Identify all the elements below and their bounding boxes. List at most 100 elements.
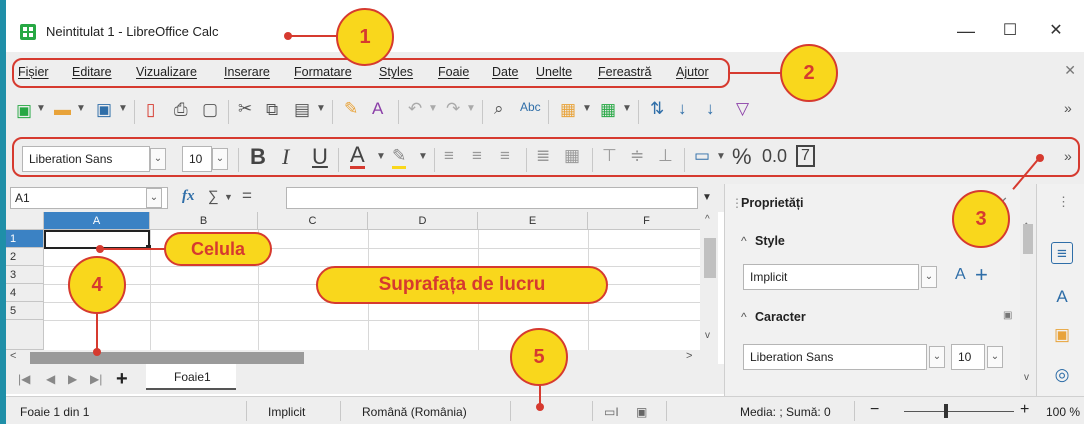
sidebar-size-combo[interactable]: 10 — [951, 344, 985, 370]
copy-icon[interactable]: ⧉ — [266, 100, 278, 120]
zoom-out-button[interactable]: − — [870, 401, 879, 419]
column-header-f[interactable]: F — [588, 212, 706, 230]
deck-menu-icon[interactable]: ⋮ — [1057, 194, 1070, 210]
new-icon[interactable]: ▣ — [16, 101, 32, 121]
chevron-down-icon[interactable]: ⌄ — [929, 346, 945, 368]
zoom-slider-knob[interactable] — [944, 404, 948, 418]
sidebar-section-character[interactable]: Caracter — [755, 310, 806, 324]
undo-icon[interactable]: ↶ — [408, 99, 422, 119]
row-header-2[interactable]: 2 — [6, 248, 44, 266]
autofilter-icon[interactable]: ▽ — [736, 99, 749, 119]
new-dropdown-icon[interactable]: ▼ — [36, 103, 46, 114]
sum-dropdown-icon[interactable]: ▼ — [224, 192, 233, 202]
function-wizard-button[interactable]: fx — [182, 188, 195, 205]
column-header-d[interactable]: D — [368, 212, 478, 230]
prev-sheet-icon[interactable]: ◀ — [46, 372, 55, 386]
column-icon[interactable]: ▦ — [600, 100, 616, 120]
column-header-c[interactable]: C — [258, 212, 368, 230]
cut-icon[interactable]: ✂ — [238, 99, 252, 119]
undo-dropdown-icon[interactable]: ▼ — [428, 103, 438, 114]
sort-descending-icon[interactable]: ↓ — [706, 99, 715, 119]
spelling-icon[interactable]: Abc — [520, 100, 541, 114]
export-pdf-icon[interactable]: ▯ — [146, 100, 155, 120]
sort-ascending-icon[interactable]: ↓ — [678, 99, 687, 119]
minimize-button[interactable]: — — [946, 18, 986, 44]
status-summary[interactable]: Media: ; Sumă: 0 — [740, 405, 831, 419]
toolbar-overflow-icon[interactable]: » — [1064, 100, 1072, 116]
formula-button[interactable]: = — [242, 186, 252, 206]
scroll-up-icon[interactable]: ^ — [705, 214, 710, 225]
sidebar-font-combo[interactable]: Liberation Sans — [743, 344, 927, 370]
gallery-deck-icon[interactable]: ▣ — [1051, 324, 1073, 346]
column-dropdown-icon[interactable]: ▼ — [622, 103, 632, 114]
sum-button[interactable]: ∑ — [208, 188, 219, 205]
navigator-deck-icon[interactable]: ◎ — [1051, 364, 1073, 386]
first-sheet-icon[interactable]: |◀ — [18, 372, 30, 386]
update-style-icon[interactable]: A — [955, 266, 966, 284]
chevron-down-icon[interactable]: ⌄ — [146, 188, 162, 208]
styles-deck-icon[interactable]: A — [1051, 286, 1073, 308]
scroll-down-icon[interactable]: v — [705, 330, 710, 341]
next-sheet-icon[interactable]: ▶ — [68, 372, 77, 386]
corner-select-all[interactable] — [6, 212, 44, 230]
collapse-style-icon[interactable]: ^ — [741, 234, 747, 248]
chevron-down-icon[interactable]: ⌄ — [987, 346, 1003, 368]
vertical-scroll-thumb[interactable] — [704, 238, 716, 278]
row-icon[interactable]: ▦ — [560, 100, 576, 120]
menu-close-icon[interactable]: ✕ — [1064, 62, 1076, 79]
paste-dropdown-icon[interactable]: ▼ — [316, 103, 326, 114]
clear-format-icon[interactable]: A — [372, 99, 383, 119]
row-dropdown-icon[interactable]: ▼ — [582, 103, 592, 114]
collapse-character-icon[interactable]: ^ — [741, 310, 747, 324]
name-box[interactable]: A1 — [10, 187, 168, 209]
zoom-in-button[interactable]: + — [1020, 401, 1029, 419]
redo-dropdown-icon[interactable]: ▼ — [466, 103, 476, 114]
last-sheet-icon[interactable]: ▶| — [90, 372, 102, 386]
column-header-b[interactable]: B — [150, 212, 258, 230]
expand-formula-icon[interactable]: ▼ — [702, 192, 712, 203]
row-header-1[interactable]: 1 — [6, 230, 44, 248]
clone-format-icon[interactable]: ✎ — [344, 99, 358, 119]
sidebar-section-style[interactable]: Style — [755, 234, 785, 248]
zoom-slider[interactable] — [904, 411, 1014, 412]
row-header-6[interactable] — [6, 320, 44, 350]
column-header-e[interactable]: E — [478, 212, 588, 230]
sidebar-scrollbar[interactable]: ^ v — [1020, 184, 1036, 396]
redo-icon[interactable]: ↷ — [446, 99, 460, 119]
maximize-button[interactable]: ☐ — [990, 18, 1030, 44]
horizontal-scroll-thumb[interactable] — [30, 352, 304, 364]
vertical-scrollbar[interactable]: ^ v — [700, 212, 718, 352]
save-dropdown-icon[interactable]: ▼ — [118, 103, 128, 114]
properties-deck-icon[interactable]: ≡ — [1051, 242, 1073, 264]
formula-input[interactable] — [286, 187, 698, 209]
row-header-3[interactable]: 3 — [6, 266, 44, 284]
document-modified-icon[interactable]: ▣ — [636, 405, 647, 419]
print-icon[interactable]: ⎙ — [174, 100, 188, 120]
open-icon[interactable]: ▬ — [54, 100, 71, 120]
add-sheet-button[interactable]: + — [116, 368, 128, 391]
sort-icon[interactable]: ⇅ — [650, 99, 664, 119]
column-header-a[interactable]: A — [44, 212, 150, 230]
selection-mode-icon[interactable]: ▭I — [604, 405, 619, 419]
scroll-left-icon[interactable]: < — [10, 350, 16, 362]
print-preview-icon[interactable]: ▢ — [202, 100, 218, 120]
cell-style-combo[interactable]: Implicit — [743, 264, 919, 290]
close-button[interactable]: ✕ — [1036, 18, 1076, 44]
new-style-icon[interactable]: + — [975, 262, 988, 288]
more-options-icon[interactable]: ▣ — [1003, 310, 1012, 321]
sheet-tab-foaie1[interactable]: Foaie1 — [146, 364, 236, 390]
row-header-4[interactable]: 4 — [6, 284, 44, 302]
paste-icon[interactable]: ▤ — [294, 100, 310, 120]
save-icon[interactable]: ▣ — [96, 100, 112, 120]
find-replace-icon[interactable]: ⌕ — [494, 99, 504, 119]
status-style[interactable]: Implicit — [268, 405, 305, 419]
status-sheet[interactable]: Foaie 1 din 1 — [20, 405, 89, 419]
sidebar-scroll-thumb[interactable] — [1023, 224, 1033, 254]
open-dropdown-icon[interactable]: ▼ — [76, 103, 86, 114]
row-header-5[interactable]: 5 — [6, 302, 44, 320]
horizontal-scrollbar[interactable]: < > — [6, 350, 718, 364]
zoom-level[interactable]: 100 % — [1046, 405, 1080, 419]
scroll-down-icon[interactable]: v — [1024, 372, 1029, 383]
chevron-down-icon[interactable]: ⌄ — [921, 266, 937, 288]
status-language[interactable]: Română (România) — [362, 405, 467, 419]
